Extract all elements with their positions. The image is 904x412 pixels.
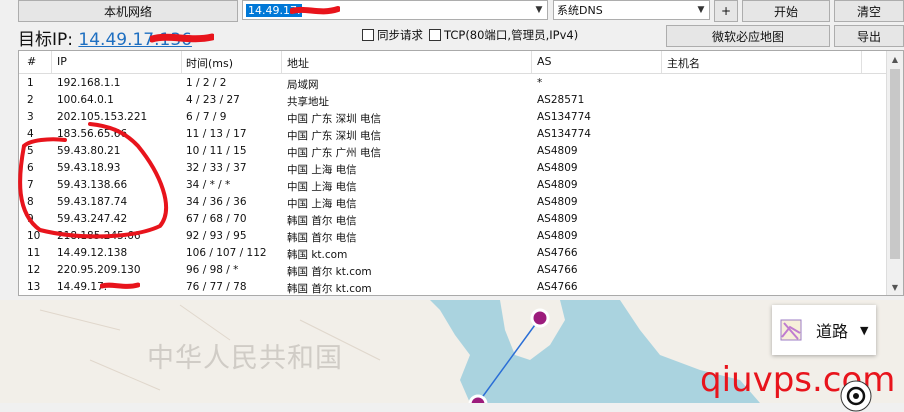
cell-address: 中国 广东 深圳 电信 (287, 130, 382, 142)
scroll-down-icon[interactable]: ▼ (887, 279, 903, 295)
scroll-thumb[interactable] (890, 69, 900, 259)
cell-time: 34 / * / * (186, 179, 231, 191)
clear-button[interactable]: 清空 (834, 0, 904, 22)
chevron-down-icon[interactable]: ▼ (531, 1, 547, 19)
checkbox-box[interactable] (429, 29, 441, 41)
cell-ip: 192.168.1.1 (57, 77, 121, 89)
bing-map-button[interactable]: 微软必应地图 (666, 25, 830, 47)
checkbox-box[interactable] (362, 29, 374, 41)
local-network-button[interactable]: 本机网络 (18, 0, 238, 22)
table-row[interactable]: 12 220.95.209.130 96 / 98 / * 韩国 首尔 kt.com A… (19, 262, 889, 279)
target-ip-label: 目标IP: (18, 30, 73, 50)
cell-ip: 220.95.209.130 (57, 264, 141, 276)
export-button[interactable]: 导出 (834, 25, 904, 47)
tcp-label: TCP(80端口,管理员,IPv4) (444, 28, 579, 42)
cell-ip: 100.64.0.1 (57, 94, 114, 106)
col-header-address[interactable]: 地址 (287, 55, 309, 71)
cell-as: * (537, 77, 543, 89)
cell-time: 92 / 93 / 95 (186, 230, 247, 242)
vertical-scrollbar[interactable]: ▲ ▼ (886, 51, 903, 295)
cell-address: 韩国 kt.com (287, 249, 348, 261)
cell-index: 13 (27, 281, 41, 293)
cell-as: AS4809 (537, 230, 578, 242)
chevron-down-icon[interactable]: ▼ (693, 1, 709, 19)
table-row[interactable]: 1 192.168.1.1 1 / 2 / 2 局域网 * (19, 75, 889, 92)
dns-select[interactable]: 系统DNS ▼ (553, 0, 710, 20)
cell-time: 106 / 107 / 112 (186, 247, 267, 259)
cell-index: 11 (27, 247, 41, 259)
cell-address: 韩国 首尔 电信 (287, 215, 357, 227)
table-row[interactable]: 13 14.49.17. 76 / 77 / 78 韩国 首尔 kt.com AS476… (19, 279, 889, 295)
cell-time: 6 / 7 / 9 (186, 111, 227, 123)
dns-select-value: 系统DNS (557, 4, 603, 17)
map-country-label: 中华人民共和国 (147, 343, 343, 374)
table-header: # IP 时间(ms) 地址 AS 主机名 (19, 51, 889, 74)
cell-time: 96 / 98 / * (186, 264, 239, 276)
tcp-checkbox[interactable]: TCP(80端口,管理员,IPv4) (429, 27, 578, 43)
annotation-circle (18, 122, 169, 239)
cell-as: AS4809 (537, 145, 578, 157)
sync-request-label: 同步请求 (377, 28, 423, 42)
cell-time: 11 / 13 / 17 (186, 128, 247, 140)
start-button[interactable]: 开始 (742, 0, 830, 22)
cell-address: 局域网 (287, 79, 319, 91)
chevron-down-icon: ▼ (860, 323, 869, 337)
col-header-hostname[interactable]: 主机名 (667, 55, 700, 71)
col-header-time[interactable]: 时间(ms) (186, 55, 233, 71)
table-row[interactable]: 11 14.49.12.138 106 / 107 / 112 韩国 kt.com AS… (19, 245, 889, 262)
cell-as: AS134774 (537, 128, 591, 140)
cell-ip: 14.49.12.138 (57, 247, 128, 259)
road-map-icon (780, 319, 802, 341)
cell-address: 韩国 首尔 电信 (287, 232, 357, 244)
add-button[interactable]: + (714, 0, 738, 22)
cell-time: 32 / 33 / 37 (186, 162, 247, 174)
cell-address: 共享地址 (287, 96, 329, 108)
sync-request-checkbox[interactable]: 同步请求 (362, 27, 423, 43)
cell-as: AS134774 (537, 111, 591, 123)
cell-index: 12 (27, 264, 41, 276)
cell-address: 中国 上海 电信 (287, 164, 357, 176)
cell-as: AS4766 (537, 247, 578, 259)
cell-time: 10 / 11 / 15 (186, 145, 247, 157)
cell-address: 中国 广东 深圳 电信 (287, 113, 382, 125)
cell-as: AS4766 (537, 264, 578, 276)
cell-index: 2 (27, 94, 34, 106)
redaction-scribble (150, 33, 214, 43)
col-header-as[interactable]: AS (537, 55, 552, 68)
map-layer-button[interactable]: 道路 ▼ (772, 305, 876, 355)
locate-icon[interactable] (840, 380, 872, 412)
cell-time: 67 / 68 / 70 (186, 213, 247, 225)
redaction-scribble (290, 6, 340, 15)
cell-as: AS4766 (537, 281, 578, 293)
col-header-ip[interactable]: IP (57, 55, 67, 68)
scroll-up-icon[interactable]: ▲ (887, 51, 903, 67)
map-layer-label: 道路 (816, 322, 849, 341)
col-header-index[interactable]: # (27, 55, 36, 68)
cell-as: AS28571 (537, 94, 585, 106)
cell-address: 中国 上海 电信 (287, 181, 357, 193)
cell-address: 韩国 首尔 kt.com (287, 283, 372, 295)
cell-as: AS4809 (537, 162, 578, 174)
cell-as: AS4809 (537, 213, 578, 225)
cell-time: 1 / 2 / 2 (186, 77, 227, 89)
route-marker (468, 394, 488, 403)
target-input[interactable]: 14.49.17. ▼ (242, 0, 548, 20)
cell-time: 76 / 77 / 78 (186, 281, 247, 293)
cell-time: 34 / 36 / 36 (186, 196, 247, 208)
table-row[interactable]: 2 100.64.0.1 4 / 23 / 27 共享地址 AS28571 (19, 92, 889, 109)
cell-address: 中国 广东 广州 电信 (287, 147, 382, 159)
cell-index: 1 (27, 77, 34, 89)
route-marker (530, 308, 550, 328)
cell-address: 韩国 首尔 kt.com (287, 266, 372, 278)
cell-as: AS4809 (537, 196, 578, 208)
cell-as: AS4809 (537, 179, 578, 191)
cell-address: 中国 上海 电信 (287, 198, 357, 210)
redaction-scribble (100, 282, 140, 289)
cell-time: 4 / 23 / 27 (186, 94, 240, 106)
